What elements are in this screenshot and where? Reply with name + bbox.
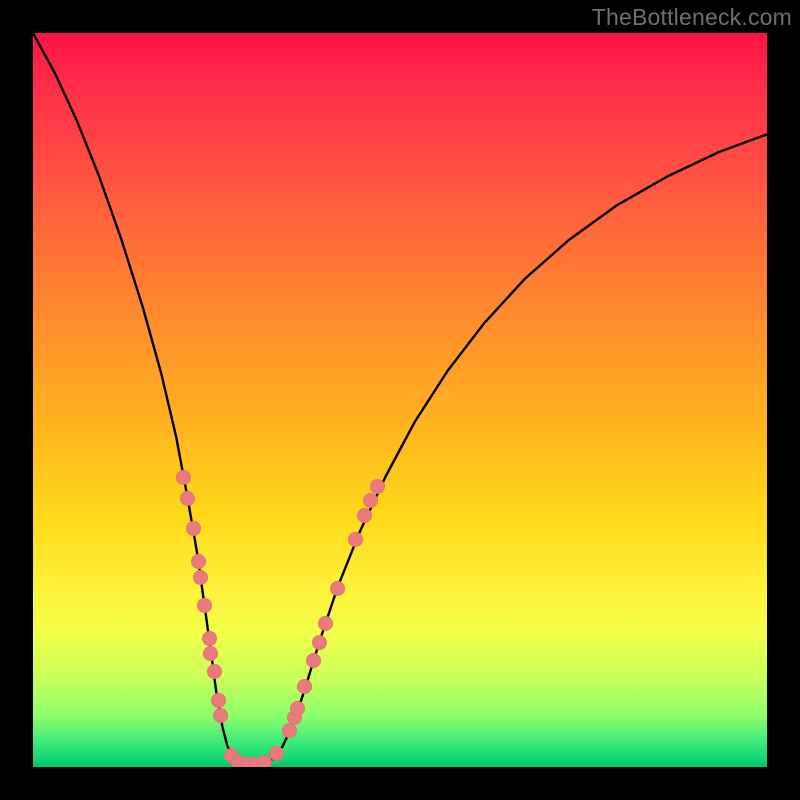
marker-point <box>269 746 284 761</box>
marker-point <box>203 646 218 661</box>
marker-point <box>318 616 333 631</box>
marker-point <box>186 521 201 536</box>
marker-point <box>211 693 226 708</box>
marker-point <box>290 701 305 716</box>
marker-point <box>282 723 297 738</box>
marker-point <box>357 508 372 523</box>
marker-point <box>370 479 385 494</box>
marker-point <box>306 653 321 668</box>
marker-point <box>207 664 222 679</box>
chart-stage: TheBottleneck.com <box>0 0 800 800</box>
marker-point <box>202 631 217 646</box>
marker-point <box>180 491 195 506</box>
watermark-text: TheBottleneck.com <box>592 4 792 31</box>
marker-point <box>312 635 327 650</box>
marker-point <box>176 470 191 485</box>
marker-point <box>348 532 363 547</box>
marker-point <box>330 581 345 596</box>
marker-point <box>213 708 228 723</box>
marker-point <box>363 493 378 508</box>
plot-area <box>33 33 767 767</box>
marker-point <box>197 598 212 613</box>
marker-point <box>297 679 312 694</box>
marker-point <box>191 554 206 569</box>
marker-point <box>193 570 208 585</box>
markers-layer <box>33 33 767 767</box>
